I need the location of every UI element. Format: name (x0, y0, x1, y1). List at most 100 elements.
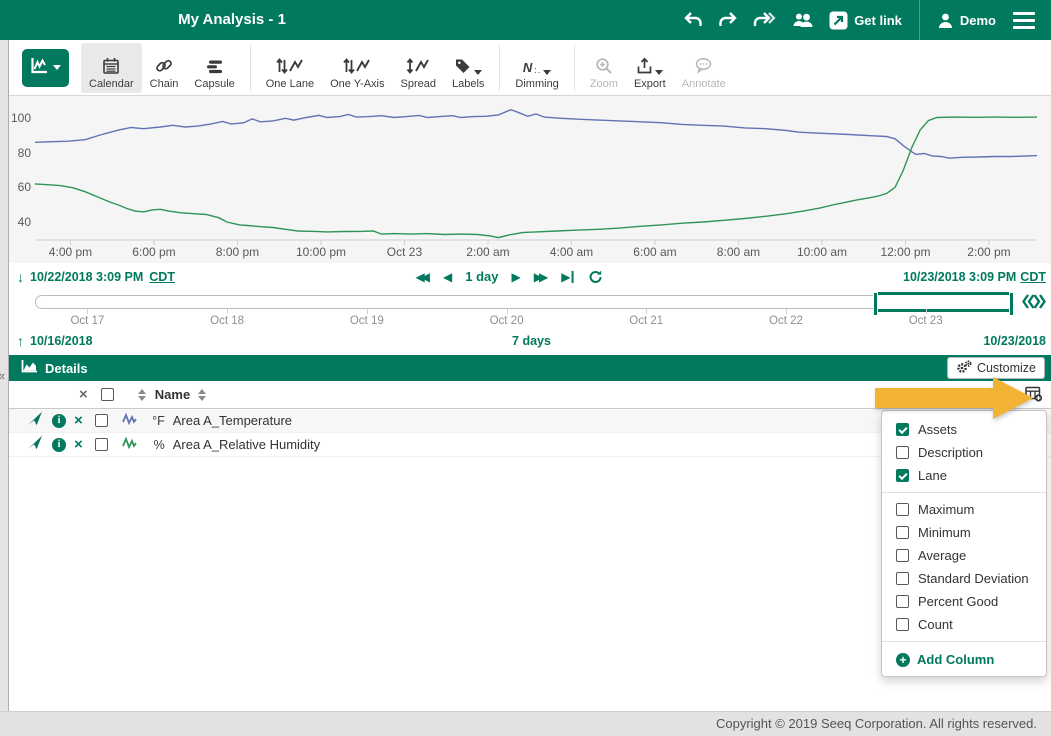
plus-circle-icon: + (896, 653, 910, 667)
x-axis-tick-label: 6:00 pm (132, 245, 175, 259)
trend-chart[interactable]: 4:00 pm6:00 pm8:00 pm10:00 pmOct 232:00 … (9, 96, 1051, 263)
name-column-header[interactable]: Name (155, 387, 190, 402)
range-start-timezone[interactable]: CDT (149, 270, 175, 284)
range-end-timezone[interactable]: CDT (1020, 270, 1046, 284)
column-settings-icon[interactable] (1025, 386, 1043, 408)
remove-signal-icon[interactable]: × (74, 413, 83, 428)
column-menu-item[interactable]: Description (882, 441, 1046, 464)
toolbar-dimming-label: Dimming (515, 78, 558, 90)
range-start-datetime[interactable]: 10/22/2018 3:09 PM (30, 270, 143, 284)
toolbar-capsule-button[interactable]: Capsule (186, 43, 242, 93)
column-menu-item[interactable]: Percent Good (882, 590, 1046, 613)
column-menu-item[interactable]: Average (882, 544, 1046, 567)
step-back-much-icon[interactable]: ◀◀ (416, 271, 430, 283)
signal-name[interactable]: Area A_Temperature (173, 413, 292, 428)
remove-signal-icon[interactable]: × (74, 437, 83, 452)
timeline-start-arrow-icon[interactable]: ↑ (17, 333, 24, 349)
timeline-tick-mark (646, 309, 647, 314)
toolbar-spread-label: Spread (401, 78, 436, 90)
series-Area A_Relative Humidity[interactable] (35, 117, 1037, 238)
timeline-track[interactable] (35, 295, 1013, 309)
menu-item-checkbox[interactable] (896, 423, 909, 436)
timeline-tick-label: Oct 23 (909, 315, 943, 327)
toolbar-dimming-button[interactable]: N:. Dimming (507, 43, 566, 93)
toolbar-export-button[interactable]: Export (626, 43, 674, 93)
timeline-start-date[interactable]: 10/16/2018 (30, 334, 93, 348)
get-link-button[interactable]: Get link (829, 11, 902, 30)
redo-all-icon[interactable] (753, 12, 777, 28)
panel-collapse-strip[interactable]: « (0, 40, 9, 711)
pin-icon[interactable] (28, 411, 43, 431)
refresh-icon[interactable] (588, 270, 602, 284)
timeline-selected-range[interactable] (874, 292, 1013, 312)
pin-icon[interactable] (28, 435, 43, 455)
timeline-tick-mark (87, 309, 88, 314)
trend-chart-canvas[interactable] (9, 96, 1051, 263)
timeline-left-handle[interactable] (873, 292, 878, 316)
column-menu-item[interactable]: Minimum (882, 521, 1046, 544)
sort-icon[interactable] (138, 389, 146, 401)
menu-item-label: Maximum (918, 502, 974, 517)
column-menu-item[interactable]: Count (882, 613, 1046, 636)
header-divider (919, 0, 920, 40)
sort-icon[interactable] (198, 389, 206, 401)
series-Area A_Temperature[interactable] (35, 110, 1037, 159)
timeline-end-date[interactable]: 10/23/2018 (983, 334, 1046, 348)
step-to-end-icon[interactable]: ▶ (561, 271, 573, 283)
menu-item-checkbox[interactable] (896, 595, 909, 608)
toolbar-labels-button[interactable]: Labels (444, 43, 492, 93)
column-menu-item[interactable]: Assets (882, 418, 1046, 441)
timeline-tick-label: Oct 21 (629, 315, 663, 327)
collapse-chevrons-icon[interactable]: « (0, 368, 5, 383)
x-axis-tick-label: 8:00 am (717, 245, 760, 259)
users-icon[interactable] (792, 12, 814, 28)
remove-all-icon[interactable]: × (79, 387, 88, 402)
undo-icon[interactable] (683, 12, 703, 28)
row-checkbox[interactable] (95, 438, 108, 451)
toolbar-separator (499, 45, 500, 91)
column-menu-item[interactable]: Maximum (882, 498, 1046, 521)
expand-range-icon[interactable] (1021, 293, 1047, 315)
toolbar-one-lane-button[interactable]: One Lane (258, 43, 322, 93)
step-size-label[interactable]: 1 day (465, 269, 498, 284)
toolbar-calendar-button[interactable]: Calendar (81, 43, 142, 93)
toolbar-chain-button[interactable]: Chain (142, 43, 187, 93)
menu-item-checkbox[interactable] (896, 549, 909, 562)
menu-item-checkbox[interactable] (896, 446, 909, 459)
toolbar-spread-button[interactable]: Spread (393, 43, 444, 93)
row-checkbox[interactable] (95, 414, 108, 427)
menu-item-checkbox[interactable] (896, 526, 909, 539)
chevron-down-icon (53, 65, 61, 70)
analysis-title[interactable]: My Analysis - 1 (178, 0, 286, 40)
range-start-arrow-icon[interactable]: ↓ (17, 269, 24, 285)
add-column-button[interactable]: +Add Column (882, 647, 1046, 669)
column-menu-item[interactable]: Standard Deviation (882, 567, 1046, 590)
user-icon (937, 12, 954, 29)
timeline-right-handle[interactable] (1009, 292, 1014, 316)
user-menu[interactable]: Demo (937, 12, 996, 29)
redo-icon[interactable] (718, 12, 738, 28)
timeline-tick-label: Oct 18 (210, 315, 244, 327)
view-selector-button[interactable] (22, 49, 69, 87)
signal-name[interactable]: Area A_Relative Humidity (173, 437, 320, 452)
timeline-tick-label: Oct 17 (70, 315, 104, 327)
range-end-datetime[interactable]: 10/23/2018 3:09 PM (903, 270, 1016, 284)
signal-type-icon (122, 412, 137, 430)
step-back-icon[interactable]: ◀ (443, 271, 452, 283)
toolbar-one-y-axis-button[interactable]: One Y-Axis (322, 43, 392, 93)
column-menu-item[interactable]: Lane (882, 464, 1046, 487)
toolbar-calendar-label: Calendar (89, 78, 134, 90)
menu-item-checkbox[interactable] (896, 572, 909, 585)
timeline-duration[interactable]: 7 days (512, 334, 551, 348)
step-forward-much-icon[interactable]: ▶▶ (534, 271, 548, 283)
step-forward-icon[interactable]: ▶ (512, 271, 521, 283)
info-icon[interactable]: i (52, 414, 66, 428)
menu-item-checkbox[interactable] (896, 503, 909, 516)
customize-button[interactable]: Customize (947, 357, 1045, 379)
hamburger-menu-icon[interactable] (1011, 10, 1037, 31)
select-all-checkbox[interactable] (101, 388, 114, 401)
info-icon[interactable]: i (52, 438, 66, 452)
toolbar-capsule-label: Capsule (194, 78, 234, 90)
menu-item-checkbox[interactable] (896, 469, 909, 482)
menu-item-checkbox[interactable] (896, 618, 909, 631)
